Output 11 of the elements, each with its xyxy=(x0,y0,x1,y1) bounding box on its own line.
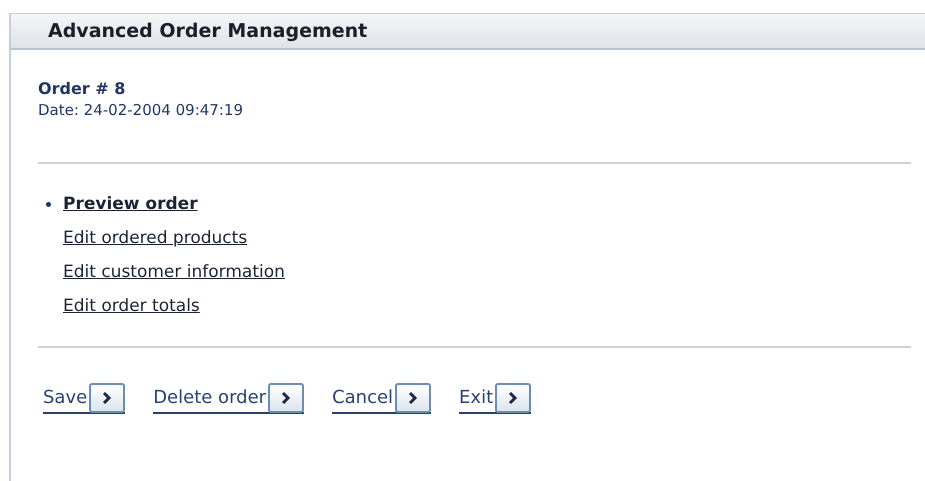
action-button[interactable]: Delete order xyxy=(153,382,304,414)
menu-link[interactable]: Edit customer information xyxy=(63,262,285,282)
menu-link[interactable]: Edit ordered products xyxy=(63,228,248,248)
order-title: Order # 8 xyxy=(38,78,126,100)
action-button[interactable]: Exit xyxy=(459,382,532,414)
panel-title: Advanced Order Management xyxy=(48,20,368,42)
menu-link[interactable]: Preview order xyxy=(63,194,198,214)
action-button[interactable]: Cancel xyxy=(332,382,432,414)
order-date: Date: 24-02-2004 09:47:19 xyxy=(38,100,244,120)
menu-link[interactable]: Edit order totals xyxy=(63,296,200,316)
action-button[interactable]: Save xyxy=(43,382,126,414)
